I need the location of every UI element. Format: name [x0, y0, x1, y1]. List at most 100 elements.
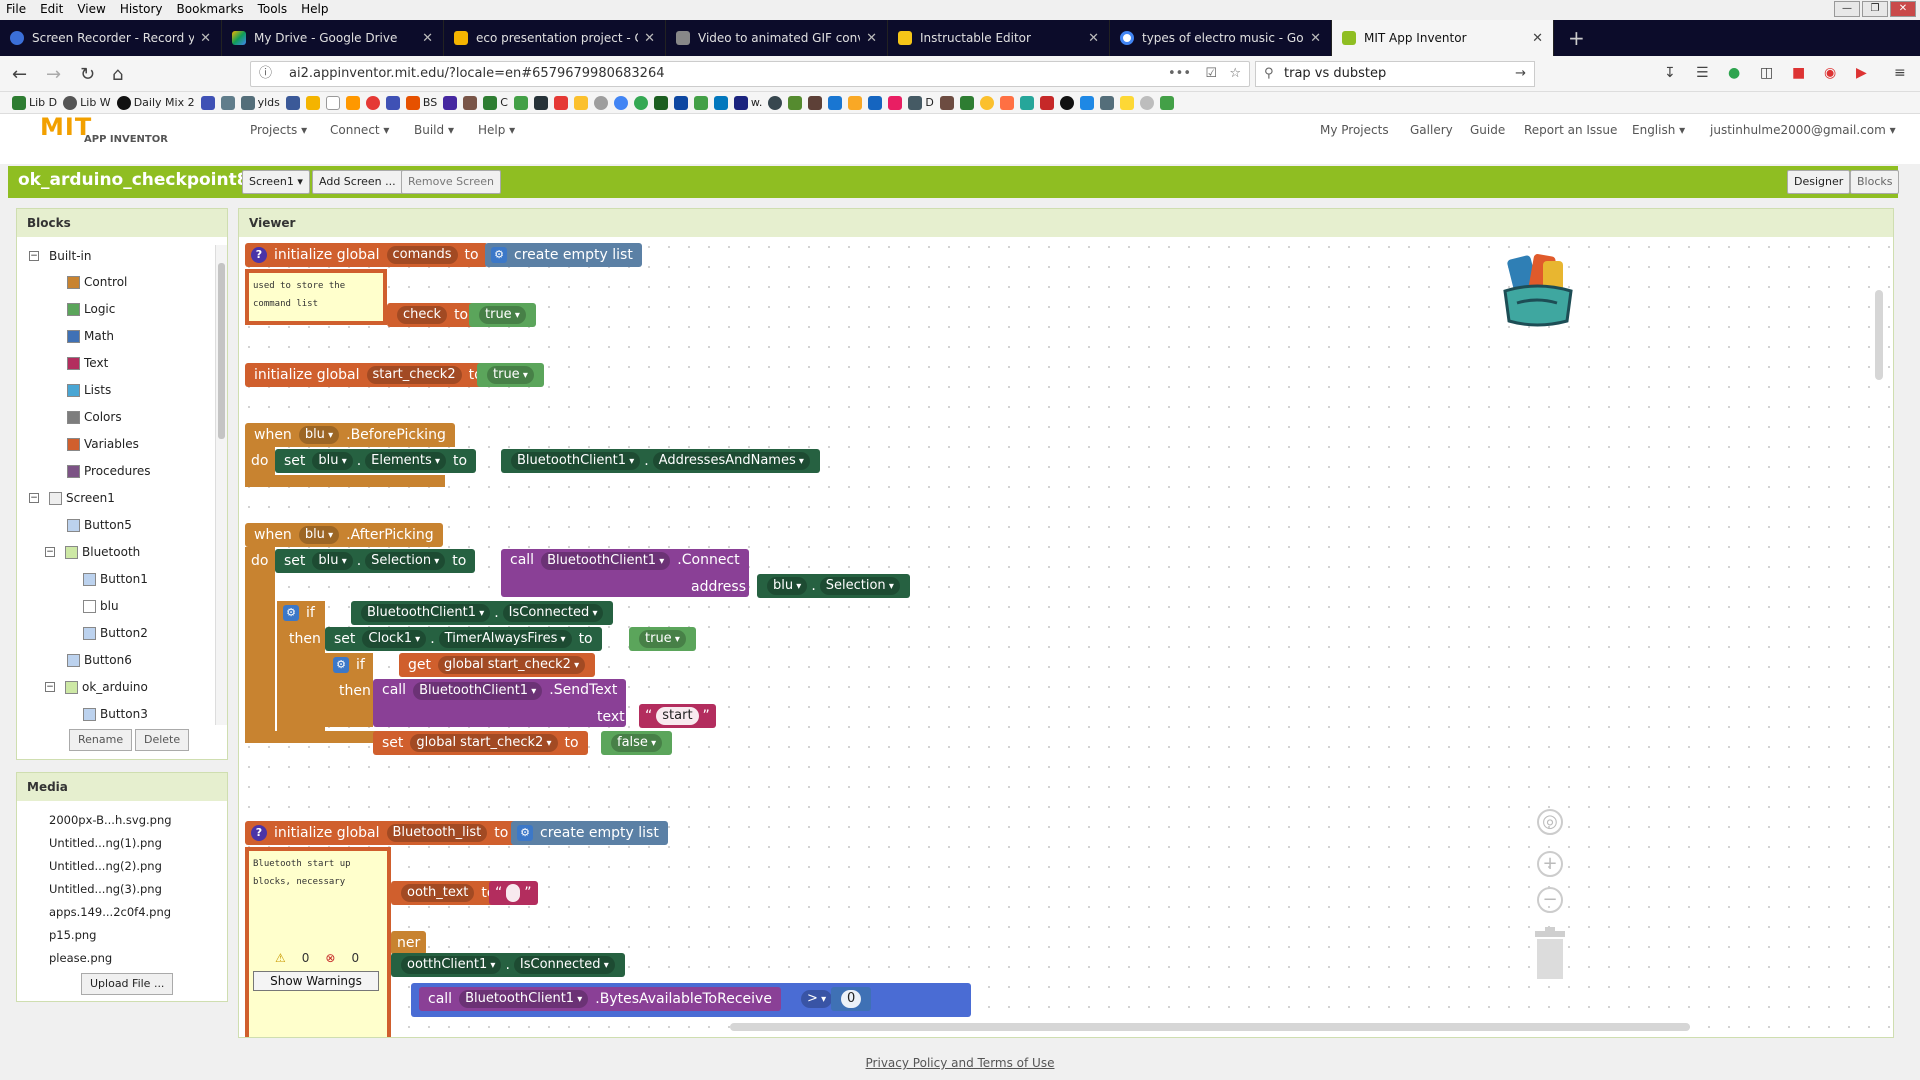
comment-bubble[interactable]: Bluetooth start up blocks, necessary ⚠ 0 … [245, 847, 391, 1037]
tab-screen-recorder[interactable]: Screen Recorder - Record your✕ [0, 20, 222, 56]
bookmark-misc[interactable] [553, 95, 568, 110]
tab-electro-music[interactable]: types of electro music - Googl ✕ [1110, 20, 1332, 56]
bookmark-misc[interactable] [200, 95, 215, 110]
bookmark-w[interactable]: w. [733, 95, 762, 110]
blocks-button[interactable]: Blocks [1850, 170, 1900, 194]
mutator-gear-icon[interactable]: ⚙ [333, 657, 349, 673]
block-bytes-available[interactable]: call BluetoothClient1 .BytesAvailableToR… [419, 987, 781, 1011]
tab-google-drive[interactable]: My Drive - Google Drive ✕ [222, 20, 444, 56]
close-tab-icon[interactable]: ✕ [1088, 31, 1099, 46]
mutator-gear-icon[interactable]: ⚙ [517, 825, 533, 841]
workspace-vertical-scrollbar[interactable] [1875, 290, 1883, 380]
bookmark-misc[interactable] [1059, 95, 1074, 110]
block-text-start[interactable]: “start” [639, 704, 716, 728]
bookmark-misc[interactable] [653, 95, 668, 110]
bookmark-misc[interactable] [345, 95, 360, 110]
minimize-icon[interactable]: — [1834, 1, 1860, 17]
close-tab-icon[interactable]: ✕ [422, 31, 433, 46]
drawer-control[interactable]: Control [67, 275, 127, 289]
remove-screen-button[interactable]: Remove Screen [401, 170, 501, 194]
scrollbar-thumb[interactable] [218, 263, 225, 439]
media-file[interactable]: apps.149...2c0f4.png [49, 905, 171, 919]
bookmark-misc[interactable] [1119, 95, 1134, 110]
block-partial-is-connected[interactable]: ootthClient1 . IsConnected [391, 953, 625, 977]
blocks-workspace[interactable]: ? initialize global comands to ⚙ create … [239, 237, 1893, 1037]
bookmark-misc[interactable] [808, 95, 823, 110]
bookmark-c[interactable]: C [483, 95, 508, 110]
block-init-comands[interactable]: ? initialize global comands to [245, 243, 488, 267]
bookmark-b[interactable] [305, 95, 320, 110]
bookmark-misc[interactable] [365, 95, 380, 110]
block-addresses-and-names[interactable]: BluetoothClient1 . AddressesAndNames [501, 449, 820, 473]
bookmark-misc[interactable] [533, 95, 548, 110]
menu-help-app[interactable]: Help ▾ [478, 123, 515, 137]
inner-if-label[interactable]: ⚙ if [327, 653, 374, 677]
drawer-lists[interactable]: Lists [67, 383, 111, 397]
close-tab-icon[interactable]: ✕ [1310, 31, 1321, 46]
bookmark-misc[interactable] [959, 95, 974, 110]
bookmark-misc[interactable] [999, 95, 1014, 110]
tab-eco-presentation[interactable]: eco presentation project - Goo✕ [444, 20, 666, 56]
menu-tools[interactable]: Tools [252, 2, 296, 16]
search-input[interactable]: ⚲ trap vs dubstep → [1255, 61, 1535, 87]
drawer-logic[interactable]: Logic [67, 302, 115, 316]
close-tab-icon[interactable]: ✕ [200, 31, 211, 46]
backpack-icon[interactable] [1497, 251, 1577, 329]
bookmark-d[interactable]: D [908, 95, 934, 110]
tree-bluetooth[interactable]: − Bluetooth [45, 545, 140, 559]
media-file[interactable]: please.png [49, 951, 112, 965]
tab-instructable-editor[interactable]: Instructable Editor ✕ [888, 20, 1110, 56]
tab-gif-converter[interactable]: Video to animated GIF convert✕ [666, 20, 888, 56]
block-init-start-check2[interactable]: initialize global start_check2 to [245, 363, 492, 387]
bookmark-lib-d[interactable]: Lib D [12, 95, 57, 110]
media-file[interactable]: Untitled...ng(3).png [49, 882, 162, 896]
var-name-field[interactable]: comands [386, 246, 458, 264]
downloads-icon[interactable]: ↧ [1664, 65, 1676, 81]
extension-red-icon[interactable]: ■ [1792, 65, 1805, 81]
designer-button[interactable]: Designer [1787, 170, 1851, 194]
comment-bubble[interactable]: used to store the command list [245, 269, 387, 325]
bookmark-misc[interactable] [888, 95, 903, 110]
if-label[interactable]: ⚙ if [277, 601, 324, 625]
bookmark-lib-w[interactable]: Lib W [63, 95, 111, 110]
bookmark-star-icon[interactable]: ☆ [1229, 62, 1241, 86]
menu-view[interactable]: View [71, 2, 113, 16]
bookmark-misc[interactable] [673, 95, 688, 110]
upload-file-button[interactable]: Upload File ... [81, 973, 174, 995]
info-icon[interactable]: ⓘ [259, 62, 272, 86]
bookmark-bs[interactable]: BS [405, 95, 437, 110]
menu-file[interactable]: File [0, 2, 34, 16]
tree-builtin[interactable]: − Built-in [29, 249, 91, 263]
bookmark-ylds[interactable]: ylds [240, 95, 280, 110]
drawer-procedures[interactable]: Procedures [67, 464, 151, 478]
event-after-picking[interactable]: when blu .AfterPicking [245, 523, 443, 547]
tree-ok-arduino[interactable]: − ok_arduino [45, 680, 148, 694]
menu-bookmarks[interactable]: Bookmarks [171, 2, 252, 16]
block-empty-text[interactable]: “” [489, 881, 538, 905]
bookmark-misc[interactable] [593, 95, 608, 110]
new-tab-icon[interactable]: + [1554, 20, 1599, 56]
bookmark-misc[interactable] [939, 95, 954, 110]
comment-icon[interactable]: ? [251, 825, 267, 841]
mutator-gear-icon[interactable]: ⚙ [491, 247, 507, 263]
close-tab-icon[interactable]: ✕ [644, 31, 655, 46]
library-icon[interactable]: ☰ [1696, 65, 1709, 81]
block-false[interactable]: false [601, 731, 673, 755]
block-init-bluetooth-list[interactable]: ? initialize global Bluetooth_list to [245, 821, 518, 845]
block-set-timer[interactable]: set Clock1 . TimerAlwaysFires to [325, 627, 602, 651]
block-create-empty-list[interactable]: ⚙ create empty list [485, 243, 642, 267]
collapse-icon[interactable]: − [29, 251, 39, 261]
drawer-variables[interactable]: Variables [67, 437, 139, 451]
collapse-icon[interactable]: − [45, 682, 55, 692]
bookmark-misc[interactable] [463, 95, 478, 110]
back-icon[interactable]: ← [12, 64, 27, 85]
block-blu-selection[interactable]: blu . Selection [757, 574, 910, 598]
block-call-sendtext[interactable]: call BluetoothClient1 .SendText [373, 679, 627, 727]
grammarly-icon[interactable]: ● [1728, 65, 1740, 81]
menu-projects[interactable]: Projects ▾ [250, 123, 307, 137]
bookmark-misc[interactable] [1159, 95, 1174, 110]
block-get-start-check2[interactable]: get global start_check2 [399, 653, 596, 677]
drawer-colors[interactable]: Colors [67, 410, 122, 424]
media-file[interactable]: 2000px-B...h.svg.png [49, 813, 172, 827]
menu-help[interactable]: Help [295, 2, 336, 16]
